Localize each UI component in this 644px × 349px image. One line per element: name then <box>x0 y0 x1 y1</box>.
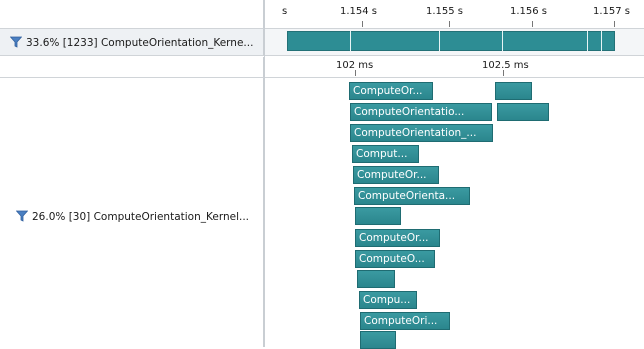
detail-row-label[interactable]: 26.0% [30] ComputeOrientation_Kernel... <box>32 211 249 223</box>
filter-funnel-icon[interactable] <box>10 36 22 48</box>
kernel-launch-bar[interactable] <box>497 103 549 121</box>
kernel-launch-bar[interactable] <box>355 207 401 225</box>
kernel-launch-bar[interactable]: Comput... <box>352 145 419 163</box>
kernel-launch-bar[interactable] <box>357 270 395 288</box>
kernel-launch-bar[interactable]: ComputeOri... <box>360 312 450 330</box>
ruler-header-blank <box>0 0 264 29</box>
overview-bar-separator <box>350 31 351 51</box>
kernel-launch-bar[interactable]: ComputeOr... <box>355 229 440 247</box>
tick-mark <box>614 21 615 27</box>
tick-label-1156: 1.156 s <box>510 6 548 17</box>
tick-label-102-5ms: 102.5 ms <box>482 60 529 71</box>
tick-label-1155: 1.155 s <box>426 6 464 17</box>
kernel-launch-bar[interactable] <box>360 331 396 349</box>
kernel-launch-bar[interactable]: Compu... <box>359 291 417 309</box>
kernel-launch-bar[interactable]: ComputeOr... <box>353 166 439 184</box>
tick-mark <box>362 21 363 27</box>
tick-mark <box>532 21 533 27</box>
overview-bar-separator <box>439 31 440 51</box>
overview-bar-separator <box>587 31 588 51</box>
kernel-launch-bar[interactable] <box>495 82 532 100</box>
filter-funnel-icon[interactable] <box>16 210 28 222</box>
tick-label-1157: 1.157 s <box>593 6 631 17</box>
kernel-launch-bar[interactable]: ComputeOr... <box>349 82 433 100</box>
time-ruler-milliseconds <box>265 57 644 78</box>
overview-kernel-bar[interactable] <box>287 31 615 51</box>
kernel-launch-bar[interactable]: ComputeOrientatio... <box>350 103 492 121</box>
kernel-launch-bar[interactable]: ComputeOrienta... <box>354 187 470 205</box>
ms-ruler-header-blank <box>0 57 264 78</box>
overview-bar-separator <box>502 31 503 51</box>
kernel-launch-bar[interactable]: ComputeO... <box>355 250 435 268</box>
overview-bar-separator <box>601 31 602 51</box>
tick-mark <box>503 70 504 76</box>
tick-mark <box>449 21 450 27</box>
overview-row-label[interactable]: 33.6% [1233] ComputeOrientation_Kerne... <box>26 37 253 49</box>
tick-mark <box>355 70 356 76</box>
kernel-launch-bar[interactable]: ComputeOrientation_... <box>350 124 493 142</box>
tick-label-1154: 1.154 s <box>340 6 378 17</box>
tick-label-s: s <box>282 6 288 17</box>
